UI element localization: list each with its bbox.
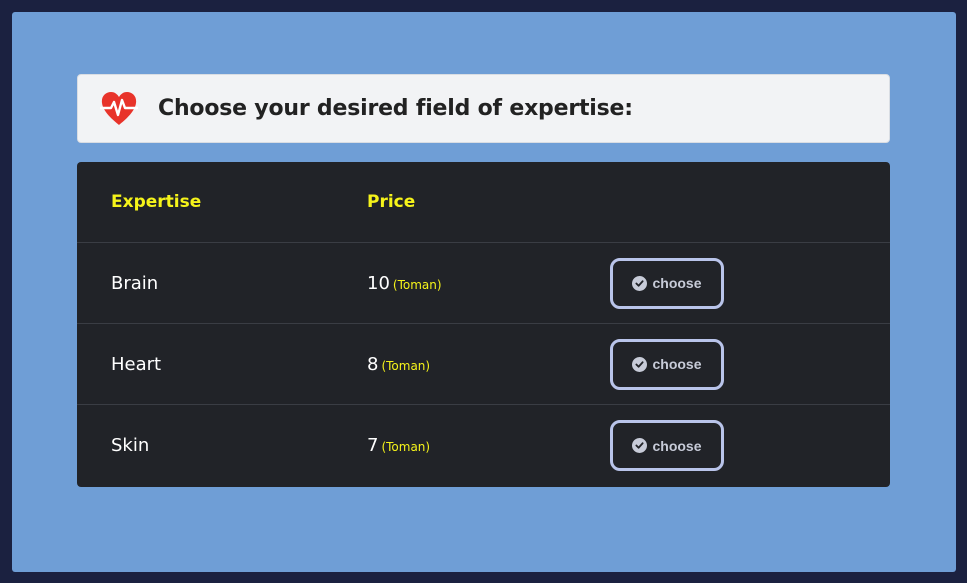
price-value: 10	[367, 272, 390, 294]
expertise-name: Brain	[111, 272, 159, 294]
expertise-name: Heart	[111, 353, 162, 375]
choose-button[interactable]: choose	[610, 338, 724, 390]
choose-button-label: choose	[652, 275, 702, 291]
choose-button[interactable]: choose	[610, 420, 724, 471]
price-value: 8	[367, 353, 379, 375]
table-row: Heart 8 (Toman) choose	[77, 324, 890, 405]
check-circle-icon	[632, 275, 648, 291]
choose-button-label: choose	[652, 437, 702, 454]
heartbeat-icon	[100, 91, 138, 126]
expertise-name: Skin	[111, 435, 150, 456]
header-card: Choose your desired field of expertise:	[77, 74, 890, 143]
price-cell: 8 (Toman)	[367, 354, 430, 375]
expertise-table: Expertise Price Brain 10 (Toman) choose H…	[77, 162, 890, 487]
table-header-row: Expertise Price	[77, 162, 890, 243]
check-circle-icon	[632, 438, 648, 453]
table-row: Skin 7 (Toman) choose	[77, 405, 890, 486]
choose-button-label: choose	[652, 356, 702, 372]
table-row: Brain 10 (Toman) choose	[77, 243, 890, 324]
check-circle-icon	[632, 356, 648, 372]
choose-button[interactable]: choose	[610, 257, 724, 309]
page-title: Choose your desired field of expertise:	[158, 96, 633, 121]
action-cell: choose	[610, 338, 724, 390]
price-unit: (Toman)	[381, 358, 431, 373]
price-cell: 10 (Toman)	[367, 273, 442, 294]
price-unit: (Toman)	[392, 277, 442, 292]
action-cell: choose	[610, 420, 724, 471]
price-value: 7	[367, 435, 379, 456]
column-header-price: Price	[367, 192, 416, 212]
price-unit: (Toman)	[381, 440, 431, 454]
main-panel: Choose your desired field of expertise: …	[12, 12, 956, 572]
column-header-expertise: Expertise	[111, 192, 202, 212]
action-cell: choose	[610, 257, 724, 309]
price-cell: 7 (Toman)	[367, 435, 430, 456]
